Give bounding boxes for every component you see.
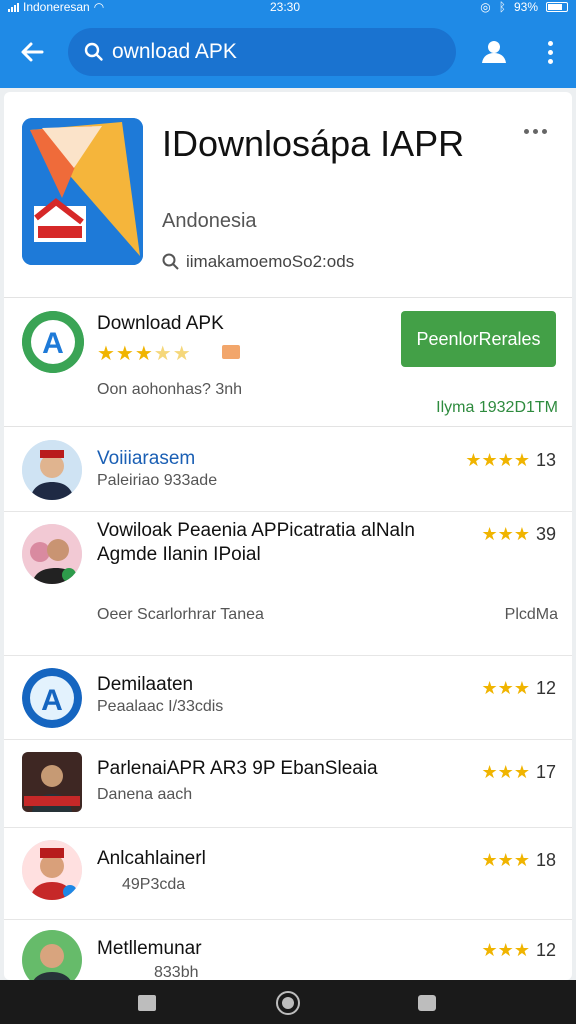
featured-app-icon: A — [22, 311, 84, 373]
app-list: Voiiiarasem Paleiriao 933ade ★★★★ 13 Vowi… — [4, 428, 572, 980]
app-menu-button[interactable] — [524, 122, 554, 140]
star-icon: ★★★ — [481, 678, 530, 698]
search-icon — [84, 42, 103, 61]
arrow-left-icon — [21, 42, 44, 62]
content-card: IDownlosápa IAPR Andonesia iimakamoemoSo… — [4, 92, 572, 980]
svg-text:A: A — [41, 684, 63, 717]
battery-percent: 93% — [513, 0, 538, 14]
star-icon: ★★★★ — [465, 450, 530, 470]
avatar — [22, 440, 82, 500]
list-item[interactable]: ParlenaiAPR AR3 9P EbanSleaia Danena aac… — [4, 740, 572, 828]
clock: 23:30 — [270, 0, 301, 14]
avatar — [22, 840, 82, 900]
list-item-extra: PlcdMa — [504, 606, 558, 623]
list-item-title: Vowiloak Peaenia APPicatratia alNaln — [97, 520, 415, 541]
list-item-title: Voiiiarasem — [97, 448, 196, 469]
app-header: IDownlosápa IAPR Andonesia iimakamoemoSo… — [4, 92, 572, 298]
list-item-subtitle: 833bh — [154, 964, 199, 980]
avatar: A — [22, 668, 82, 728]
bluetooth-icon: ᛒ — [498, 0, 506, 14]
avatar — [22, 524, 82, 584]
list-item-title: Demilaaten — [97, 674, 194, 695]
featured-rating-stars: ★★★★★ — [97, 343, 192, 365]
list-item-title: ParlenaiAPR AR3 9P EbanSleaia — [97, 758, 378, 779]
featured-app-name: Download APK — [97, 313, 224, 334]
list-item[interactable]: A Demilaaten Peaalaac I/33cdis ★★★ 12 — [4, 656, 572, 740]
avatar — [22, 930, 82, 980]
overflow-menu-button[interactable] — [538, 36, 562, 68]
featured-app-meta: Oon aohonhas? 3nh — [97, 381, 243, 398]
back-button[interactable] — [16, 36, 48, 68]
search-bar[interactable] — [68, 28, 456, 76]
list-item-subtitle: Oeer Scarlorhrar Tanea — [97, 606, 264, 623]
star-icon: ★★★ — [481, 940, 530, 960]
star-icon: ★★★ — [481, 524, 530, 544]
star-icon: ★★★ — [481, 762, 530, 782]
status-bar: Indoneresan ◠ 23:30 ◎ ᛒ 93% — [0, 0, 576, 14]
install-button[interactable]: PeenlorRerales — [401, 311, 556, 367]
list-item[interactable]: Anlcahlainerl 49P3cda ★★★ 18 — [4, 828, 572, 920]
list-item-subtitle: Peaalaac I/33cdis — [97, 698, 224, 715]
list-item-rating: ★★★ 12 — [481, 940, 556, 960]
featured-app[interactable]: A Download APK ★★★★★ Oon aohonhas? 3nh P… — [4, 299, 572, 427]
svg-text:A: A — [42, 327, 64, 360]
list-item-rating: ★★★ 17 — [481, 762, 556, 782]
search-icon — [162, 253, 179, 270]
wifi-icon: ◠ — [93, 0, 105, 14]
list-item[interactable]: Voiiiarasem Paleiriao 933ade ★★★★ 13 — [4, 428, 572, 512]
list-item-subtitle: 49P3cda — [122, 876, 186, 893]
account-button[interactable] — [478, 36, 510, 68]
nav-recents-button[interactable] — [418, 995, 436, 1011]
list-item-title-line2: Agmde Ilanin IPoial — [97, 544, 261, 565]
developer-link[interactable]: iimakamoemoSo2:ods — [162, 252, 354, 272]
battery-icon — [546, 2, 568, 12]
list-item-title: Anlcahlainerl — [97, 848, 206, 869]
nav-home-button[interactable] — [276, 991, 300, 1015]
rating-badge-icon — [222, 345, 240, 359]
star-icon: ★★★ — [481, 850, 530, 870]
list-item[interactable]: Metllemunar 833bh ★★★ 12 — [4, 920, 572, 980]
sync-icon: ◎ — [480, 0, 491, 14]
system-nav-bar — [0, 980, 576, 1024]
list-item-title: Metllemunar — [97, 938, 202, 959]
app-icon — [22, 118, 143, 265]
developer-label: iimakamoemoSo2:ods — [186, 252, 355, 271]
app-bar — [0, 14, 576, 88]
search-input[interactable] — [112, 40, 432, 64]
carrier-label: Indoneresan — [23, 0, 90, 14]
list-item-rating: ★★★ 12 — [481, 678, 556, 698]
app-subtitle: Andonesia — [162, 210, 257, 232]
list-item-rating: ★★★★ 13 — [465, 450, 556, 470]
download-count: Ilyma 1932D1TM — [436, 399, 558, 416]
list-item[interactable]: Vowiloak Peaenia APPicatratia alNaln Agm… — [4, 512, 572, 656]
signal-icon — [8, 2, 19, 12]
person-icon — [482, 41, 506, 63]
list-item-rating: ★★★ 18 — [481, 850, 556, 870]
avatar — [22, 752, 82, 812]
app-title: IDownlosápa IAPR — [162, 123, 465, 164]
nav-back-button[interactable] — [138, 995, 156, 1011]
list-item-subtitle: Paleiriao 933ade — [97, 472, 218, 489]
list-item-subtitle: Danena aach — [97, 786, 193, 803]
list-item-rating: ★★★ 39 — [481, 524, 556, 544]
